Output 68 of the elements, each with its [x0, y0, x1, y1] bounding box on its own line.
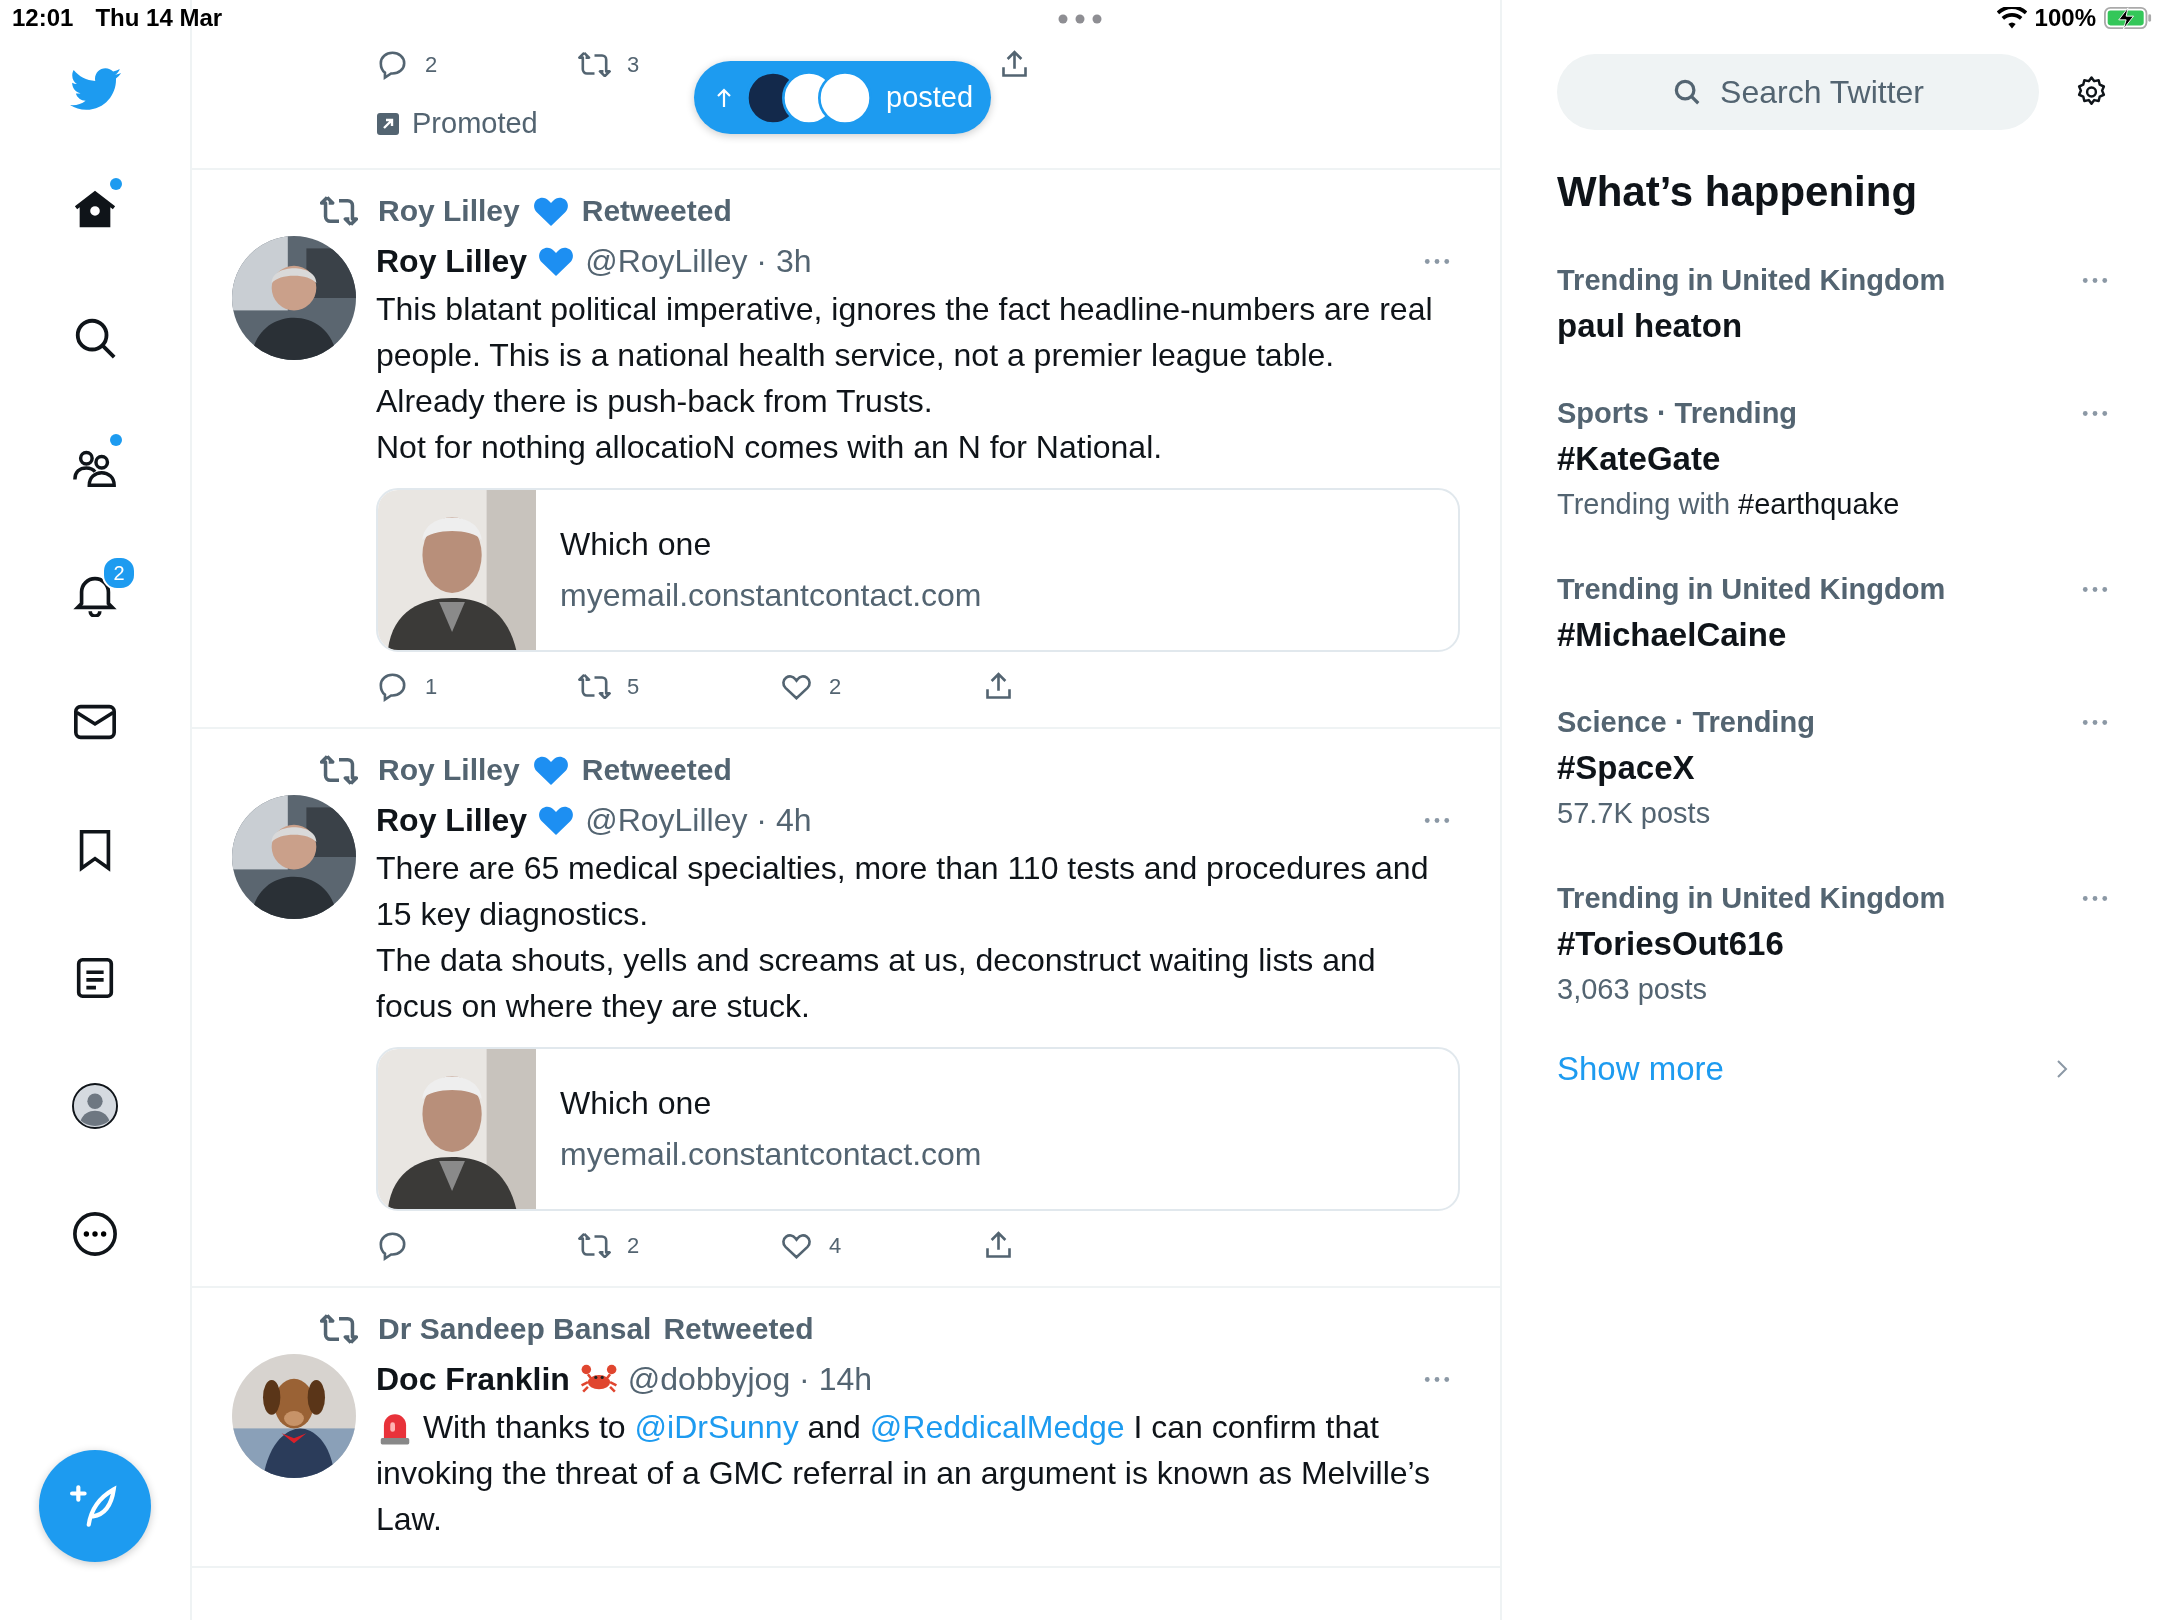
- trend-context: Science · Trending: [1557, 706, 1815, 739]
- retweet-count: 5: [627, 673, 640, 700]
- card-domain: myemail.constantcontact.com: [560, 577, 982, 614]
- retweet-count: 2: [627, 1232, 640, 1259]
- status-time: 12:01: [12, 4, 74, 32]
- link-card[interactable]: Which one myemail.constantcontact.com: [376, 1047, 1460, 1211]
- retweeted-label: Retweeted: [663, 1312, 814, 1346]
- more-options-icon[interactable]: [2082, 277, 2108, 284]
- promoted-label: Promoted: [412, 107, 538, 140]
- trend-topic[interactable]: #MichaelCaine: [1557, 616, 2108, 654]
- retweeted-label: Retweeted: [581, 753, 732, 787]
- retweeter-name[interactable]: Dr Sandeep Bansal: [378, 1312, 652, 1346]
- retweeter-name[interactable]: Roy Lilley: [378, 194, 520, 228]
- reply-count: 1: [425, 673, 438, 700]
- status-date: Thu 14 Mar: [95, 4, 223, 32]
- card-domain: myemail.constantcontact.com: [560, 1136, 982, 1173]
- retweet-count: 3: [627, 51, 640, 78]
- author-name[interactable]: Doc Franklin: [376, 1360, 570, 1398]
- more-options-icon[interactable]: [1424, 816, 1450, 824]
- card-title: Which one: [560, 526, 713, 563]
- more-options-icon[interactable]: [1424, 257, 1450, 265]
- tweet-text: Not for nothing allocatioN comes with an N for National.: [376, 428, 1164, 467]
- more-icon[interactable]: [72, 1211, 118, 1257]
- more-options-icon[interactable]: [2082, 410, 2108, 417]
- trend-topic[interactable]: #SpaceX: [1557, 749, 2108, 787]
- more-options-icon[interactable]: [1424, 1375, 1450, 1383]
- author-name[interactable]: Roy Lilley: [376, 242, 528, 280]
- more-options-icon[interactable]: [2082, 586, 2108, 593]
- arrow-up-icon: [716, 87, 732, 108]
- link-card[interactable]: Which one myemail.constantcontact.com: [376, 488, 1460, 652]
- more-options-icon[interactable]: [2082, 719, 2108, 726]
- card-title: Which one: [560, 1085, 713, 1122]
- profile-avatar[interactable]: [72, 1083, 118, 1129]
- multitasking-dots-icon[interactable]: [1058, 14, 1102, 24]
- tweet-text: The data shouts, yells and screams at us, deconstruct waiting lists and focus on where they are stuck.: [376, 941, 1377, 1026]
- author-name[interactable]: Roy Lilley: [376, 801, 528, 839]
- trend-context: Trending in United Kingdom: [1557, 882, 1946, 915]
- trend-note: Trending with: [1557, 488, 1730, 521]
- more-options-icon[interactable]: [2082, 895, 2108, 902]
- trend-context: Trending in United Kingdom: [1557, 573, 1946, 606]
- author-handle[interactable]: @RoyLilley · 4h: [585, 801, 812, 839]
- search-field[interactable]: Search Twitter: [1557, 54, 2039, 130]
- post-count: 3,063 posts: [1557, 973, 1708, 1006]
- trend-topic[interactable]: #KateGate: [1557, 440, 2108, 478]
- section-heading: What’s happening: [1557, 168, 1919, 216]
- retweeted-label: Retweeted: [581, 194, 732, 228]
- like-count: 4: [829, 1232, 842, 1259]
- battery-percent: 100%: [2034, 4, 2096, 32]
- like-count: 2: [829, 673, 842, 700]
- author-handle[interactable]: @dobbyjog · 14h: [627, 1360, 872, 1398]
- trend-tag[interactable]: #earthquake: [1738, 488, 1900, 521]
- tweet-text: With thanks to @iDrSunny and @ReddicalMedge I can confirm that invoking the threat of a GMC referral in an argument is known as Melville’s Law.: [376, 1407, 1432, 1539]
- tweet-text: There are 65 medical specialties, more than 110 tests and procedures and 15 key diagnostics.: [376, 849, 1430, 934]
- trend-context: Sports · Trending: [1557, 397, 1798, 430]
- reply-count: 2: [425, 51, 438, 78]
- author-handle[interactable]: @RoyLilley · 3h: [585, 242, 812, 280]
- trend-topic[interactable]: paul heaton: [1557, 307, 2108, 345]
- chevron-icon: [2056, 1059, 2068, 1079]
- retweeter-name[interactable]: Roy Lilley: [378, 753, 520, 787]
- trend-topic[interactable]: #ToriesOut616: [1557, 925, 2108, 963]
- post-count: 57.7K posts: [1557, 797, 1712, 830]
- wifi-icon: [1996, 7, 2027, 29]
- trend-context: Trending in United Kingdom: [1557, 264, 1946, 297]
- promoted-icon: [376, 111, 400, 136]
- tweet-text: Already there is push-back from Trusts.: [376, 382, 934, 421]
- tweet-text: This blatant political imperative, ignores the fact headline-numbers are real people. This is a national health service, not a premier league table.: [376, 290, 1434, 375]
- compose-button[interactable]: [39, 1450, 151, 1562]
- notification-badge: 2: [102, 556, 136, 590]
